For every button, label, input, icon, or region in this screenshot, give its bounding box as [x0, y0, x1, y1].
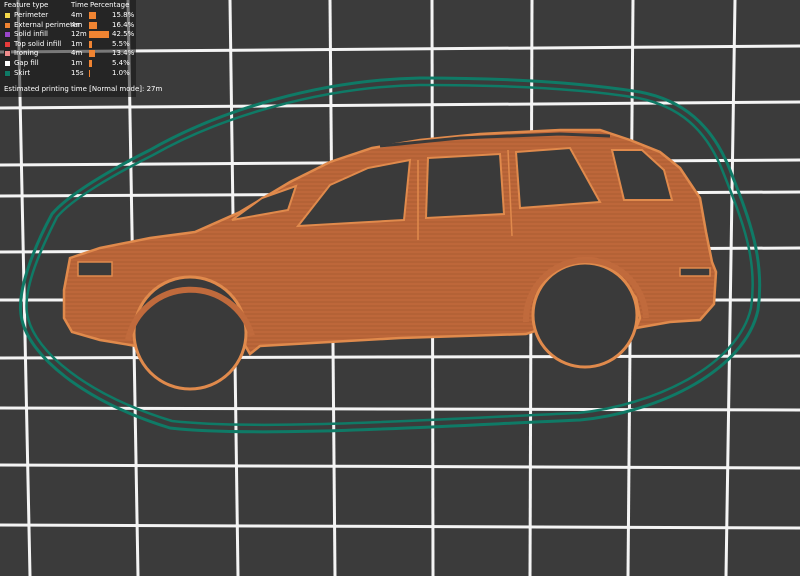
color-swatch [4, 69, 11, 77]
legend-percentage-bar [89, 12, 97, 19]
legend-feature-name: Perimeter [14, 11, 49, 19]
legend-feature-time: 1m [71, 39, 83, 48]
legend-percentage-bar [89, 21, 97, 29]
legend-feature-name: Solid infill [14, 30, 48, 39]
legend-header-percentage: Percentage [90, 1, 130, 9]
legend-percentage-bar [89, 69, 90, 77]
legend-row: Perimeter 4m 15.8% [4, 11, 136, 21]
color-swatch [4, 59, 11, 67]
legend-feature-name: Top solid infill [14, 39, 62, 48]
legend-percentage-bar [89, 31, 109, 39]
legend-rows: Perimeter 4m 15.8% External perimeter 4m… [4, 11, 136, 78]
color-swatch [4, 12, 11, 19]
legend-row: Solid infill 12m 42.5% [4, 30, 136, 40]
feature-type-legend: Feature type Time Percentage Perimeter 4… [0, 0, 162, 97]
legend-row: External perimeter 4m 16.4% [4, 21, 136, 31]
legend-feature-name: Gap fill [14, 58, 39, 67]
legend-feature-percentage: 15.8% [112, 11, 135, 19]
legend-feature-time: 15s [71, 68, 84, 77]
color-swatch [4, 21, 11, 29]
legend-row: Ironing 4m 13.4% [4, 49, 136, 59]
legend-row: Skirt 15s 1.0% [4, 69, 136, 79]
legend-feature-name: Skirt [14, 68, 31, 77]
legend-feature-percentage: 42.5% [112, 30, 135, 39]
legend-feature-time: 4m [71, 20, 83, 29]
legend-feature-percentage: 16.4% [112, 20, 135, 29]
legend-percentage-bar [89, 59, 92, 67]
legend-percentage-bar [89, 40, 92, 48]
legend-row: Gap fill 1m 5.4% [4, 59, 136, 69]
color-swatch [4, 50, 11, 58]
legend-feature-time: 4m [71, 11, 83, 19]
legend-feature-percentage: 13.4% [112, 49, 135, 58]
legend-percentage-bar [89, 50, 96, 58]
legend-header-feature-type: Feature type [4, 1, 49, 9]
legend-header: Feature type Time Percentage [4, 1, 134, 11]
legend-feature-name: Ironing [14, 49, 39, 58]
legend-feature-time: 12m [71, 30, 87, 39]
legend-feature-percentage: 1.0% [112, 68, 130, 77]
color-swatch [4, 31, 11, 39]
legend-feature-percentage: 5.4% [112, 58, 130, 67]
color-swatch [4, 40, 11, 48]
legend-feature-time: 4m [71, 49, 83, 58]
legend-feature-percentage: 5.5% [112, 39, 130, 48]
legend-feature-time: 1m [71, 58, 83, 67]
estimated-printing-time: Estimated printing time [Normal mode]: 2… [4, 85, 163, 93]
legend-header-time: Time [71, 1, 89, 9]
legend-row: Top solid infill 1m 5.5% [4, 40, 136, 50]
